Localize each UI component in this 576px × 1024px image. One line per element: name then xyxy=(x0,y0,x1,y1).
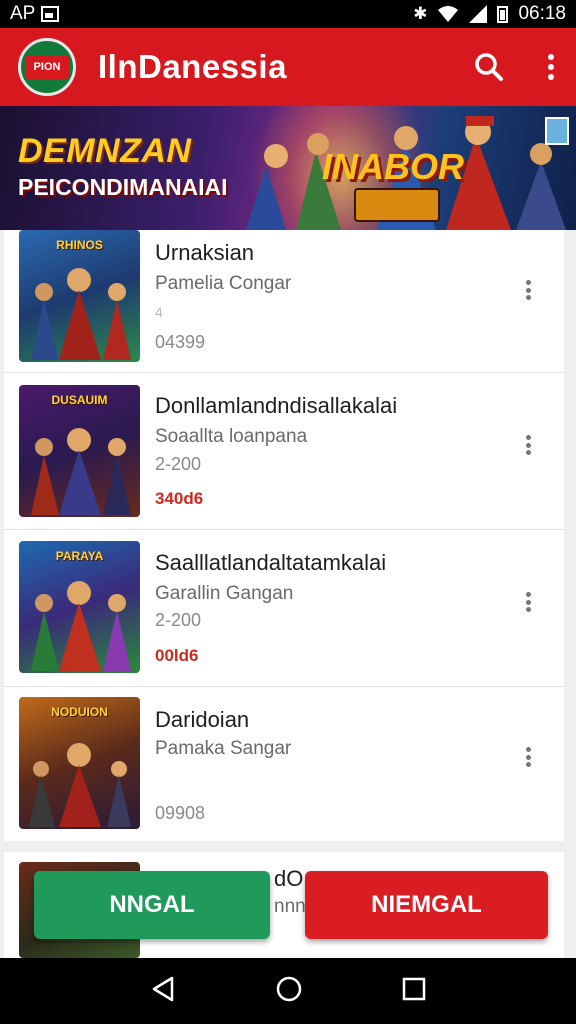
navigation-bar xyxy=(0,958,576,1024)
thumbnail-art xyxy=(31,581,131,671)
list-item[interactable]: RHINOS Urnaksian Pamelia Congar 4 04399 xyxy=(4,230,564,372)
game-list: RHINOS Urnaksian Pamelia Congar 4 04399 … xyxy=(0,230,576,958)
item-extra: 4 xyxy=(155,304,163,320)
more-vert-icon[interactable] xyxy=(544,52,558,82)
item-meta: 2-200 xyxy=(155,610,202,630)
item-subtitle: Soaallta loanpana xyxy=(155,426,308,447)
app-logo[interactable]: PION xyxy=(18,38,76,96)
right-action-button[interactable]: NIEMGAL xyxy=(305,871,548,939)
app-title: IlnDanessia xyxy=(98,48,287,85)
item-title: dO xyxy=(274,866,304,891)
item-meta: 04399 xyxy=(155,332,206,352)
banner-logo: INABOR xyxy=(322,146,464,187)
recents-icon[interactable] xyxy=(402,977,426,1006)
status-time: 06:18 xyxy=(518,3,566,24)
banner-logo-plate xyxy=(354,188,440,222)
item-title: Daridoian xyxy=(155,707,250,732)
item-thumbnail: DUSAUIM xyxy=(19,385,140,517)
left-action-button[interactable]: NNGAL xyxy=(34,871,270,939)
status-bar: AP ✱ 06:18 xyxy=(0,0,576,28)
image-icon xyxy=(41,6,60,22)
nfc-icon: ✱ xyxy=(413,4,428,23)
app-bar: PION IlnDanessia xyxy=(0,28,576,106)
thumbnail-art xyxy=(31,268,131,360)
home-icon[interactable] xyxy=(275,975,303,1008)
logo-text: PION xyxy=(25,55,69,79)
item-thumbnail: RHINOS xyxy=(19,230,140,362)
item-thumbnail: NODUION xyxy=(19,697,140,829)
item-subtitle: nnn xyxy=(274,896,306,917)
item-title: Donllamlandndisallakalai xyxy=(155,393,398,418)
thumbnail-art xyxy=(31,428,131,515)
more-vert-icon[interactable] xyxy=(520,590,536,614)
more-vert-icon[interactable] xyxy=(520,433,536,457)
item-price: 340d6 xyxy=(155,489,204,508)
item-title: Urnaksian xyxy=(155,240,255,265)
banner-subtitle: PEICONDIMANAIAI xyxy=(18,174,228,200)
item-thumbnail: PARAYA xyxy=(19,541,140,673)
banner-title: DEMNZAN xyxy=(18,132,192,170)
thumbnail-art xyxy=(29,743,131,827)
more-vert-icon[interactable] xyxy=(520,278,536,302)
search-icon[interactable] xyxy=(474,52,504,82)
item-subtitle: Pamaka Sangar xyxy=(155,738,292,759)
signal-icon xyxy=(469,5,488,23)
promo-banner[interactable]: DEMNZAN PEICONDIMANAIAI INABOR xyxy=(0,106,576,230)
list-item[interactable]: NODUION Daridoian Pamaka Sangar 09908 xyxy=(4,687,564,841)
item-subtitle: Pamelia Congar xyxy=(155,273,292,294)
list-item[interactable]: PARAYA Saalllatlandaltatamkalai Garallin… xyxy=(4,530,564,686)
carrier-label: AP xyxy=(10,3,36,24)
wifi-icon xyxy=(438,6,459,22)
item-title: Saalllatlandaltatamkalai xyxy=(155,550,387,575)
more-vert-icon[interactable] xyxy=(520,745,536,769)
back-icon[interactable] xyxy=(150,975,176,1008)
item-price: 00ld6 xyxy=(155,646,199,665)
list-item[interactable]: DUSAUIM Donllamlandndisallakalai Soaallt… xyxy=(4,373,564,529)
battery-icon xyxy=(497,5,509,23)
item-subtitle: Garallin Gangan xyxy=(155,583,294,604)
item-meta: 09908 xyxy=(155,803,206,823)
item-meta: 2-200 xyxy=(155,454,202,474)
